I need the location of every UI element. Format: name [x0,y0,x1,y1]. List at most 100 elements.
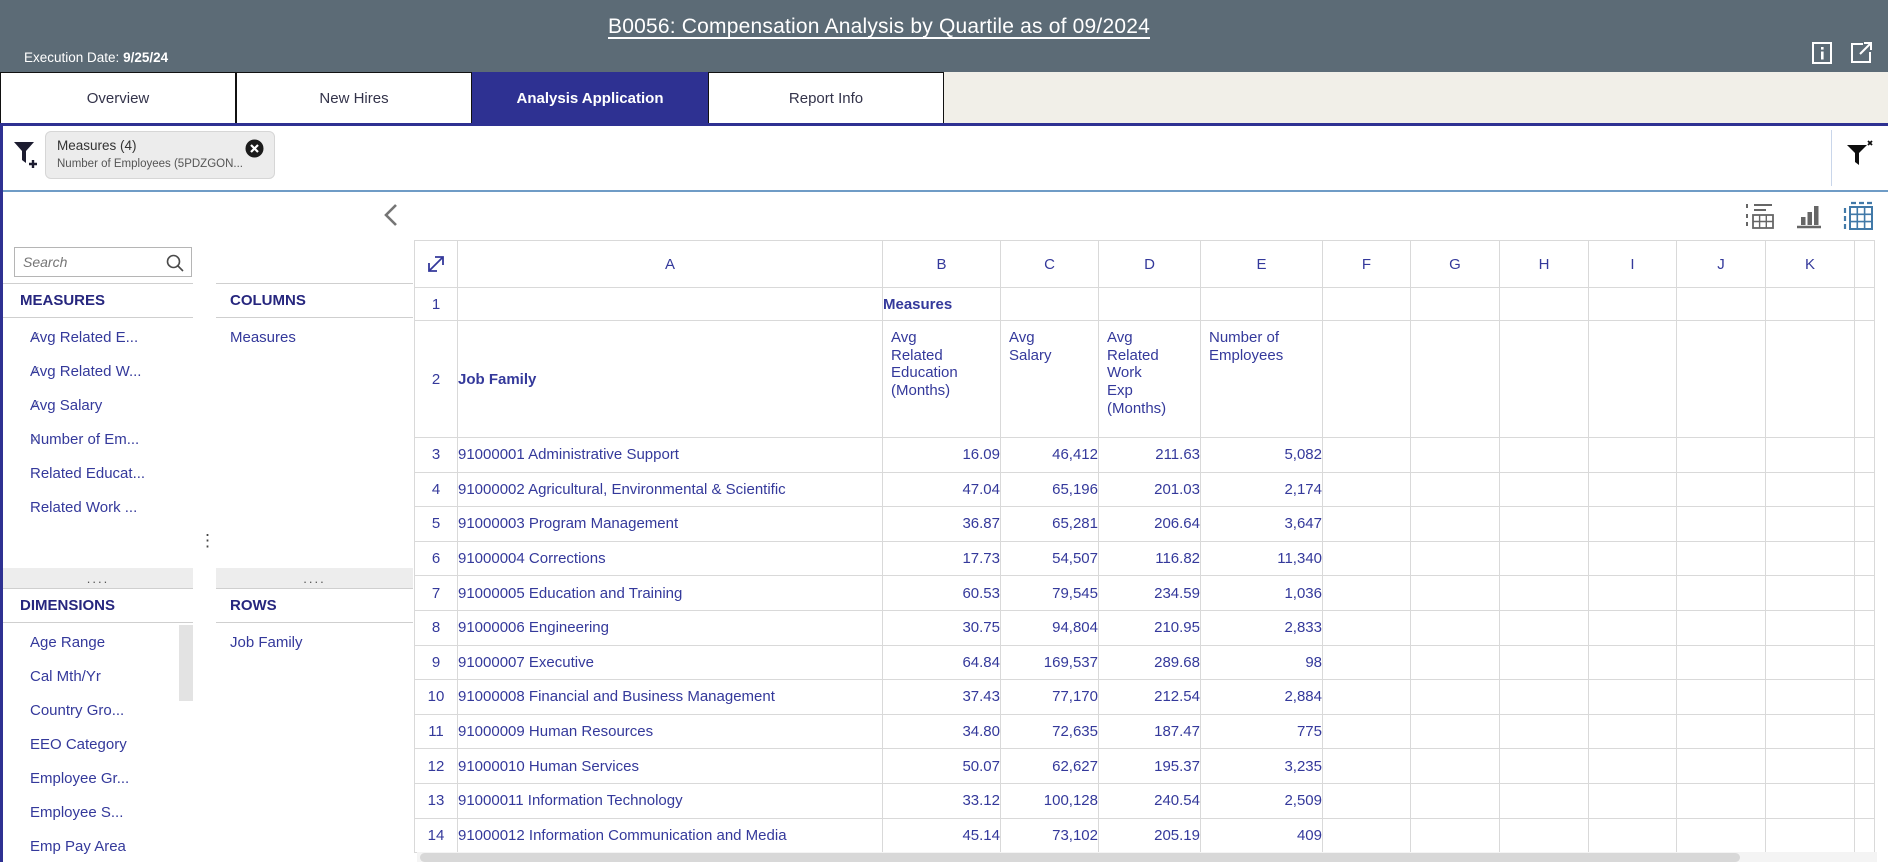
row-number[interactable]: 13 [415,783,458,818]
cell[interactable] [1855,507,1875,542]
job-family-cell[interactable]: 91000008 Financial and Business Manageme… [458,680,883,715]
measure-item[interactable]: Related Educat... [3,456,193,490]
row-number[interactable]: 4 [415,472,458,507]
cell[interactable] [1500,472,1589,507]
cell[interactable] [1323,818,1411,853]
cell[interactable] [1500,507,1589,542]
rows-shelf-item[interactable]: Job Family [216,625,413,659]
value-cell[interactable]: 77,170 [1001,680,1099,715]
value-cell[interactable]: 100,128 [1001,783,1099,818]
column-header-G[interactable]: G [1411,241,1500,288]
value-cell[interactable]: 33.12 [883,783,1001,818]
row-number[interactable]: 8 [415,610,458,645]
cell[interactable] [1411,438,1500,473]
cell[interactable] [1589,438,1677,473]
cell[interactable] [1855,576,1875,611]
value-cell[interactable]: 50.07 [883,749,1001,784]
cell[interactable] [1677,610,1766,645]
rows-shelf-resize-handle[interactable]: .... [216,568,413,588]
tab-report-info[interactable]: Report Info [708,72,944,123]
cell[interactable] [1201,288,1323,321]
search-input[interactable] [23,249,163,275]
value-cell[interactable]: 2,884 [1201,680,1323,715]
cell[interactable] [1766,541,1855,576]
collapse-panel-icon[interactable] [379,201,405,234]
value-cell[interactable]: 2,509 [1201,783,1323,818]
measure-item[interactable]: ✓Number of Em... [3,422,193,456]
cell[interactable] [1766,749,1855,784]
column-header-C[interactable]: C [1001,241,1099,288]
dimension-item[interactable]: EEO Category [3,727,179,761]
cell[interactable] [1677,321,1766,438]
measure-item[interactable]: ✓Avg Salary [3,388,193,422]
dimension-item[interactable]: Employee S... [3,795,179,829]
value-cell[interactable]: 17.73 [883,541,1001,576]
cell[interactable] [1323,321,1411,438]
cell[interactable] [1855,818,1875,853]
value-cell[interactable]: 45.14 [883,818,1001,853]
cell[interactable] [1411,818,1500,853]
cell[interactable] [1589,749,1677,784]
cell[interactable] [1323,610,1411,645]
cell[interactable] [1589,472,1677,507]
cell[interactable] [1855,288,1875,321]
cell[interactable] [1589,321,1677,438]
cell[interactable] [1766,288,1855,321]
job-family-cell[interactable]: 91000003 Program Management [458,507,883,542]
table-view-icon[interactable] [1842,201,1874,236]
measure-item[interactable]: ✓Avg Related W... [3,354,193,388]
cell[interactable] [1677,749,1766,784]
horizontal-scrollbar-thumb[interactable] [420,853,1740,862]
value-cell[interactable]: 234.59 [1099,576,1201,611]
cell[interactable] [1411,507,1500,542]
value-cell[interactable]: 201.03 [1099,472,1201,507]
row-dimension-header[interactable]: Job Family [458,321,883,438]
cell[interactable] [1589,507,1677,542]
cell[interactable] [1766,321,1855,438]
row-number[interactable]: 10 [415,680,458,715]
job-family-cell[interactable]: 91000007 Executive [458,645,883,680]
row-number[interactable]: 14 [415,818,458,853]
column-header-K[interactable]: K [1766,241,1855,288]
select-all-corner[interactable] [415,241,458,288]
cell[interactable] [1323,645,1411,680]
cell[interactable] [1855,541,1875,576]
cell[interactable] [1677,576,1766,611]
value-cell[interactable]: 34.80 [883,714,1001,749]
crosstab-view-icon[interactable] [1744,201,1776,236]
cell[interactable] [1411,610,1500,645]
job-family-cell[interactable]: 91000006 Engineering [458,610,883,645]
value-cell[interactable]: 5,082 [1201,438,1323,473]
value-cell[interactable]: 3,235 [1201,749,1323,784]
cell[interactable] [1500,783,1589,818]
row-number[interactable]: 11 [415,714,458,749]
cell[interactable] [1411,541,1500,576]
cell[interactable] [1411,645,1500,680]
filter-icon[interactable] [1844,139,1874,172]
value-cell[interactable]: 65,196 [1001,472,1099,507]
cell[interactable] [1500,714,1589,749]
cell[interactable] [1766,507,1855,542]
cell[interactable] [1766,680,1855,715]
measures-group-header[interactable]: Measures [883,288,1001,321]
value-cell[interactable]: 65,281 [1001,507,1099,542]
cell[interactable] [1323,472,1411,507]
row-number[interactable]: 5 [415,507,458,542]
cell[interactable] [1323,749,1411,784]
cell[interactable] [1677,438,1766,473]
cell[interactable] [1677,714,1766,749]
job-family-cell[interactable]: 91000004 Corrections [458,541,883,576]
value-cell[interactable]: 30.75 [883,610,1001,645]
value-cell[interactable]: 210.95 [1099,610,1201,645]
value-cell[interactable]: 169,537 [1001,645,1099,680]
value-cell[interactable]: 116.82 [1099,541,1201,576]
measure-column-header[interactable]: Avg Salary [1001,321,1099,438]
cell[interactable] [1855,749,1875,784]
cell[interactable] [1500,321,1589,438]
columns-shelf-item[interactable]: Measures [216,320,413,354]
row-number[interactable]: 9 [415,645,458,680]
cell[interactable] [1500,680,1589,715]
cell[interactable] [1500,645,1589,680]
value-cell[interactable]: 16.09 [883,438,1001,473]
chart-view-icon[interactable] [1794,201,1824,236]
